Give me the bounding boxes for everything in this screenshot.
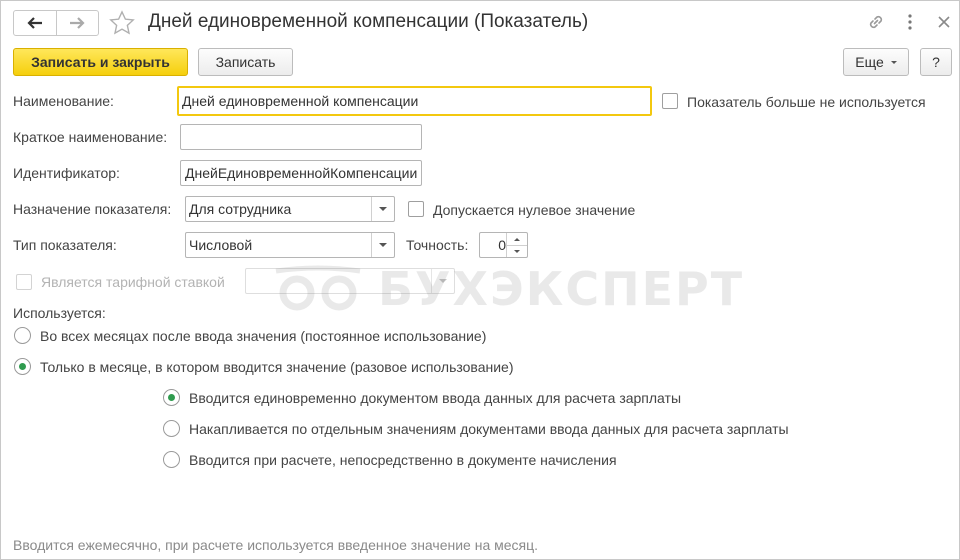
usage-permanent-radio[interactable] — [14, 327, 31, 344]
purpose-label: Назначение показателя: — [13, 201, 172, 217]
purpose-value: Для сотрудника — [189, 201, 292, 217]
stepper-down-icon[interactable] — [506, 245, 527, 257]
menu-dots-icon[interactable] — [900, 12, 920, 32]
precision-label: Точность: — [406, 237, 469, 253]
not-used-checkbox[interactable] — [662, 93, 678, 109]
type-label: Тип показателя: — [13, 237, 117, 253]
zero-allowed-label: Допускается нулевое значение — [433, 202, 636, 218]
save-and-close-button[interactable]: Записать и закрыть — [13, 48, 188, 76]
usage-permanent-label: Во всех месяцах после ввода значения (по… — [40, 328, 487, 344]
entry-single-doc-label: Вводится единовременно документом ввода … — [189, 390, 682, 406]
tariff-label: Является тарифной ставкой — [41, 274, 225, 290]
not-used-label: Показатель больше не используется — [687, 94, 926, 110]
entry-single-doc-radio[interactable] — [163, 389, 180, 406]
purpose-select[interactable]: Для сотрудника — [185, 196, 395, 222]
arrow-left-icon — [27, 17, 42, 29]
entry-on-calc-radio[interactable] — [163, 451, 180, 468]
type-value: Числовой — [189, 237, 253, 253]
tariff-checkbox — [16, 274, 32, 290]
watermark: БУХЭКСПЕРТ — [272, 262, 744, 316]
watermark-text: БУХЭКСПЕРТ — [378, 262, 745, 316]
more-menu-button[interactable]: Еще — [843, 48, 909, 76]
arrow-right-icon — [70, 17, 85, 29]
footer-hint: Вводится ежемесячно, при расчете использ… — [13, 537, 539, 553]
precision-value: 0 — [498, 237, 506, 253]
type-select[interactable]: Числовой — [185, 232, 395, 258]
name-label: Наименование: — [13, 93, 114, 109]
forward-button[interactable] — [55, 11, 99, 35]
entry-accumulate-label: Накапливается по отдельным значениям док… — [189, 421, 789, 437]
navigation-buttons — [13, 10, 99, 36]
usage-onetime-label: Только в месяце, в котором вводится знач… — [40, 359, 514, 375]
usage-onetime-radio[interactable] — [14, 358, 31, 375]
favorite-star-icon[interactable] — [108, 9, 136, 40]
short-name-label: Краткое наименование: — [13, 129, 168, 145]
link-icon[interactable] — [866, 12, 886, 35]
name-input[interactable]: Дней единовременной компенсации — [177, 86, 652, 116]
used-label: Используется: — [13, 305, 106, 321]
owl-logo-icon — [275, 265, 361, 311]
entry-accumulate-radio[interactable] — [163, 420, 180, 437]
zero-allowed-checkbox[interactable] — [408, 201, 424, 217]
dropdown-arrow-icon[interactable] — [371, 197, 394, 221]
dropdown-arrow-icon[interactable] — [371, 233, 394, 257]
identifier-label: Идентификатор: — [13, 165, 120, 181]
save-button[interactable]: Записать — [198, 48, 293, 76]
close-icon[interactable] — [934, 12, 954, 35]
identifier-input[interactable]: ДнейЕдиновременнойКомпенсации — [180, 160, 422, 186]
page-title: Дней единовременной компенсации (Показат… — [148, 11, 589, 32]
precision-stepper[interactable]: 0 — [479, 232, 528, 258]
help-button[interactable]: ? — [920, 48, 952, 76]
more-label: Еще — [855, 54, 884, 70]
back-button[interactable] — [14, 11, 56, 35]
entry-on-calc-label: Вводится при расчете, непосредственно в … — [189, 452, 617, 468]
chevron-down-icon — [890, 60, 897, 64]
short-name-input[interactable] — [180, 124, 422, 150]
